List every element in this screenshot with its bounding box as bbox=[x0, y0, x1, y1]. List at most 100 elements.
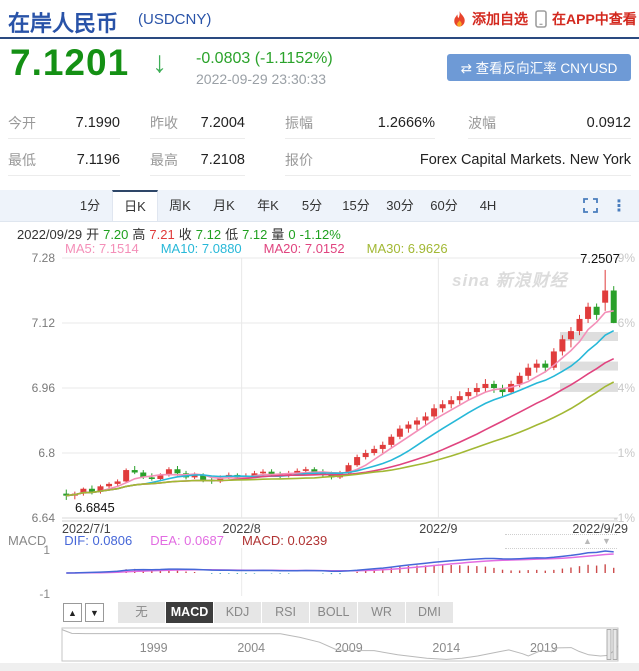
candle-body bbox=[568, 331, 574, 339]
candle-body bbox=[542, 364, 548, 368]
ohlc-segment: 7.12 bbox=[242, 227, 267, 242]
dea-value: DEA: 0.0687 bbox=[150, 533, 224, 548]
stats-label: 波幅 bbox=[468, 113, 496, 133]
candle-body bbox=[423, 416, 429, 420]
stats-row: 今开7.1990昨收7.2004振幅1.2666%波幅0.0912 bbox=[0, 108, 639, 145]
period-tab-年K[interactable]: 年K bbox=[246, 190, 290, 221]
reverse-rate-button[interactable]: ⇄ 查看反向汇率 CNYUSD bbox=[447, 54, 631, 81]
candle-body bbox=[132, 470, 138, 472]
candle-body bbox=[448, 400, 454, 404]
period-tab-4H[interactable]: 4H bbox=[466, 190, 510, 221]
dif-value: DIF: 0.0806 bbox=[64, 533, 132, 548]
candle-body bbox=[602, 291, 608, 303]
indicator-tab-RSI[interactable]: RSI bbox=[262, 602, 309, 623]
panel-up-icon[interactable]: ▲ bbox=[583, 536, 592, 546]
candle-body bbox=[585, 307, 591, 319]
symbol-code: (USDCNY) bbox=[138, 11, 211, 28]
candle-body bbox=[611, 291, 617, 323]
candle-body bbox=[397, 429, 403, 437]
panel-down-icon[interactable]: ▼ bbox=[602, 536, 611, 546]
period-tab-周K[interactable]: 周K bbox=[158, 190, 202, 221]
candle-body bbox=[517, 376, 523, 384]
stats-label: 振幅 bbox=[285, 113, 313, 133]
candle-body bbox=[405, 425, 411, 429]
stats-row: 最低 7.1196 最高 7.2108 报价 Forex Capital Markets.… bbox=[0, 145, 639, 182]
indicator-tab-BOLL[interactable]: BOLL bbox=[310, 602, 357, 623]
indicator-tab-MACD[interactable]: MACD bbox=[166, 602, 213, 623]
usdcny-quote-page: 在岸人民币 (USDCNY) 添加自选 在APP中查看 7.1201 ↓ -0.… bbox=[0, 0, 639, 671]
period-tab-月K[interactable]: 月K bbox=[202, 190, 246, 221]
candle-body bbox=[525, 368, 531, 376]
candle-body bbox=[149, 477, 155, 479]
candle-body bbox=[106, 484, 112, 486]
price-change: -0.0803 (-1.1152%) bbox=[196, 50, 333, 68]
history-navigator[interactable]: 19992004200920142019 bbox=[0, 626, 639, 666]
period-tab-1分[interactable]: 1分 bbox=[68, 190, 112, 221]
y-axis-label: 6.8 bbox=[38, 446, 55, 460]
price-down-arrow-icon: ↓ bbox=[152, 46, 167, 80]
stats-value: 7.1196 bbox=[77, 152, 120, 168]
candle-body bbox=[260, 472, 266, 474]
last-price: 7.1201 bbox=[10, 42, 129, 84]
y-axis-right-label: 1% bbox=[618, 446, 636, 460]
candle-body bbox=[354, 457, 360, 465]
stats-cell: 最低 7.1196 bbox=[8, 145, 120, 176]
period-tab-60分[interactable]: 60分 bbox=[422, 190, 466, 221]
candle-body bbox=[123, 470, 129, 481]
candle-body bbox=[431, 408, 437, 416]
ma5-line bbox=[66, 311, 613, 496]
stats-label: 最高 bbox=[150, 150, 178, 170]
ohlc-segment: 收 bbox=[179, 227, 192, 242]
indicator-tab-无[interactable]: 无 bbox=[118, 602, 165, 623]
period-tab-日K[interactable]: 日K bbox=[112, 190, 158, 221]
ohlc-segment: 2022/09/29 bbox=[17, 227, 82, 242]
indicator-down-button[interactable]: ▼ bbox=[85, 603, 104, 622]
more-options-icon[interactable]: ⋮ bbox=[611, 196, 627, 216]
macd-title: MACD bbox=[8, 533, 46, 548]
add-watchlist-button[interactable]: 添加自选 bbox=[452, 9, 528, 29]
stats-cell: 波幅 0.0912 bbox=[468, 108, 631, 139]
view-in-app-button[interactable]: 在APP中查看 bbox=[535, 9, 637, 29]
x-axis-label: 2022/9 bbox=[419, 522, 457, 536]
candle-body bbox=[440, 404, 446, 408]
candle-body bbox=[115, 481, 121, 483]
navigator-year-label: 2004 bbox=[237, 641, 265, 655]
navigator-handle[interactable] bbox=[607, 630, 611, 660]
indicator-tab-WR[interactable]: WR bbox=[358, 602, 405, 623]
indicator-tab-DMI[interactable]: DMI bbox=[406, 602, 453, 623]
ohlc-segment: 高 bbox=[132, 227, 145, 242]
period-tab-15分[interactable]: 15分 bbox=[334, 190, 378, 221]
navigator-year-label: 1999 bbox=[140, 641, 168, 655]
candle-body bbox=[174, 469, 180, 473]
candle-body bbox=[311, 469, 317, 471]
stats-label: 昨收 bbox=[150, 113, 178, 133]
stats-value: 7.2108 bbox=[201, 152, 245, 168]
candle-body bbox=[594, 307, 600, 315]
candle-body bbox=[380, 445, 386, 449]
period-tab-30分[interactable]: 30分 bbox=[378, 190, 422, 221]
stats-label: 报价 bbox=[285, 150, 313, 170]
macd-info-line: MACD DIF: 0.0806 DEA: 0.0687 MACD: 0.0239 bbox=[8, 533, 345, 548]
stats-cell: 振幅1.2666% bbox=[285, 108, 435, 139]
y-axis-label: 7.28 bbox=[32, 251, 56, 265]
fullscreen-icon[interactable] bbox=[583, 198, 598, 213]
page-header: 在岸人民币 (USDCNY) 添加自选 在APP中查看 bbox=[0, 0, 639, 39]
indicator-tab-KDJ[interactable]: KDJ bbox=[214, 602, 261, 623]
period-tab-5分[interactable]: 5分 bbox=[290, 190, 334, 221]
candlestick-chart[interactable]: 7.289%7.126%6.964%6.81%6.64-1%2022/7/120… bbox=[0, 250, 639, 602]
min-price-label: 6.6845 bbox=[75, 500, 115, 515]
candle-body bbox=[534, 364, 540, 368]
stats-value: Forex Capital Markets. New York bbox=[420, 152, 631, 168]
indicator-up-button[interactable]: ▲ bbox=[63, 603, 82, 622]
macd-line bbox=[66, 551, 613, 573]
ohlc-segment: -1.12% bbox=[300, 227, 341, 242]
ohlc-segment: 量 bbox=[271, 227, 284, 242]
candle-body bbox=[559, 339, 565, 351]
navigator-handle[interactable] bbox=[613, 630, 617, 660]
stats-value: 0.0912 bbox=[587, 115, 631, 131]
ma-right-tag bbox=[560, 362, 618, 371]
macd-value: MACD: 0.0239 bbox=[242, 533, 327, 548]
max-price-label: 7.2507 bbox=[580, 251, 620, 266]
stats-label: 今开 bbox=[8, 113, 36, 133]
stats-label: 最低 bbox=[8, 150, 36, 170]
